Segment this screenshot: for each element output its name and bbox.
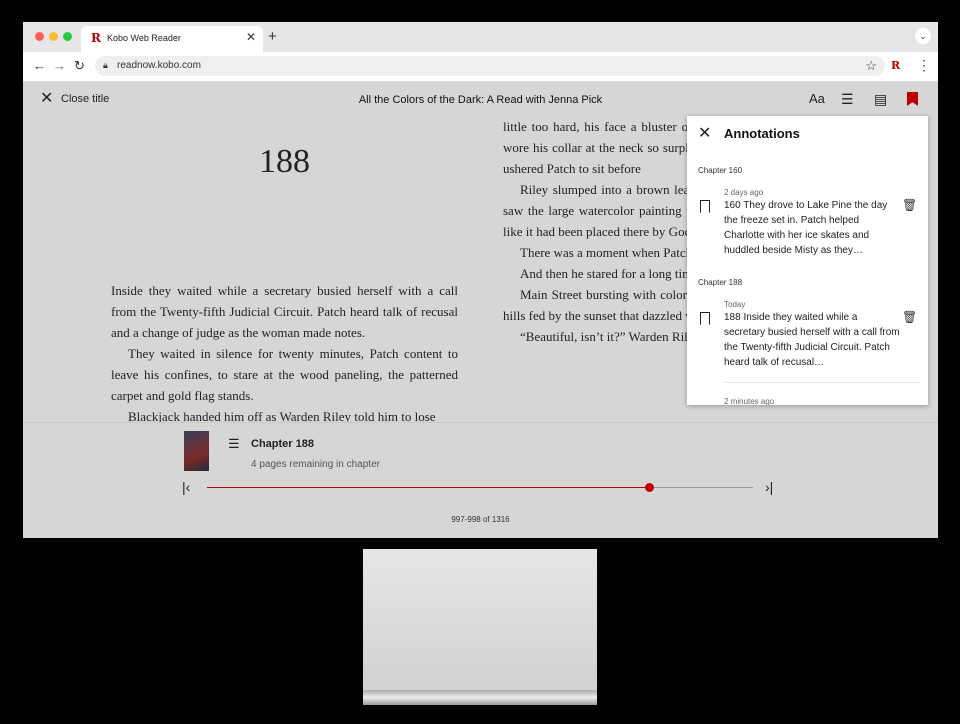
skip-to-end-icon[interactable]: ›| (765, 479, 773, 495)
lock-icon: 🔒︎ (103, 60, 108, 70)
page-paragraph: They waited in silence for twenty minute… (111, 346, 458, 403)
new-tab-button[interactable]: + (268, 28, 277, 45)
notes-icon[interactable]: ▤ (874, 91, 887, 108)
left-page: 188 Inside they waited while a secretary… (111, 118, 458, 423)
annotation-time: 2 minutes ago (724, 397, 775, 405)
tab-strip: R Kobo Web Reader ✕ + ⌄ (23, 22, 938, 52)
more-menu-icon[interactable]: ⋮ (917, 57, 931, 74)
back-arrow-icon[interactable]: ← (33, 58, 46, 73)
page-paragraph: Inside they waited while a secretary bus… (111, 283, 458, 340)
url-field[interactable]: 🔒︎ readnow.kobo.com ☆ (95, 56, 885, 76)
annotation-time: 2 days ago (724, 188, 764, 197)
annotations-panel: ✕ Annotations Chapter 160 2 days ago 160… (687, 116, 928, 405)
chapter-list-icon[interactable]: ☰ (228, 436, 240, 452)
monitor-stand-base (363, 690, 597, 705)
minimize-window-button[interactable] (49, 32, 58, 41)
annotations-title: Annotations (724, 126, 800, 141)
annotation-text: 188 Inside they waited while a secretary… (724, 312, 900, 368)
progress-slider[interactable] (207, 483, 753, 492)
reader-toolbar: ✕ Close title All the Colors of the Dark… (23, 82, 938, 118)
forward-arrow-icon[interactable]: → (53, 58, 66, 73)
table-of-contents-icon[interactable]: ☰ (841, 91, 854, 108)
bookmark-outline-icon (700, 312, 710, 325)
kobo-extension-icon[interactable]: R (891, 59, 900, 72)
annotation-text: 160 They drove to Lake Pine the day the … (724, 200, 888, 256)
kobo-logo-icon: R (91, 31, 101, 45)
url-text: readnow.kobo.com (117, 60, 201, 71)
pages-remaining: 4 pages remaining in chapter (251, 459, 380, 470)
close-window-button[interactable] (35, 32, 44, 41)
tab-title: Kobo Web Reader (107, 33, 181, 43)
browser-window: R Kobo Web Reader ✕ + ⌄ ← → ↻ 🔒︎ readnow… (23, 22, 938, 538)
chapter-label[interactable]: Chapter 188 (251, 438, 314, 450)
browser-tab[interactable]: R Kobo Web Reader ✕ (81, 26, 263, 52)
reload-icon[interactable]: ↻ (74, 58, 85, 74)
book-title: All the Colors of the Dark: A Read with … (358, 94, 603, 106)
tab-search-chevron-icon[interactable]: ⌄ (915, 28, 931, 44)
progress-fill (207, 487, 650, 488)
book-cover-thumbnail[interactable] (184, 431, 209, 471)
font-settings-icon[interactable]: Aa (809, 91, 825, 106)
zoom-window-button[interactable] (63, 32, 72, 41)
annotation-chapter-heading: Chapter 160 (698, 166, 743, 175)
progress-handle[interactable] (645, 483, 655, 492)
tab-close-icon[interactable]: ✕ (246, 30, 256, 44)
close-annotations-icon[interactable]: ✕ (698, 123, 711, 143)
address-bar: ← → ↻ 🔒︎ readnow.kobo.com ☆ R ⋮ (23, 52, 938, 82)
annotation-time: Today (724, 300, 746, 309)
star-icon[interactable]: ☆ (865, 58, 877, 74)
reader-footer: ☰ Chapter 188 4 pages remaining in chapt… (23, 422, 938, 538)
bookmark-outline-icon (700, 200, 710, 213)
annotation-chapter-heading: Chapter 188 (698, 278, 743, 287)
page-paragraph: Blackjack handed him off as Warden Riley… (128, 409, 436, 422)
monitor-stand (363, 549, 597, 705)
skip-to-start-icon[interactable]: |‹ (182, 479, 190, 495)
trash-icon[interactable]: 🗑︎ (902, 310, 917, 324)
annotation-divider (724, 382, 919, 383)
chapter-number: 188 (259, 143, 310, 180)
trash-icon[interactable]: 🗑︎ (902, 198, 917, 212)
page-range: 997-998 of 1316 (451, 515, 510, 524)
